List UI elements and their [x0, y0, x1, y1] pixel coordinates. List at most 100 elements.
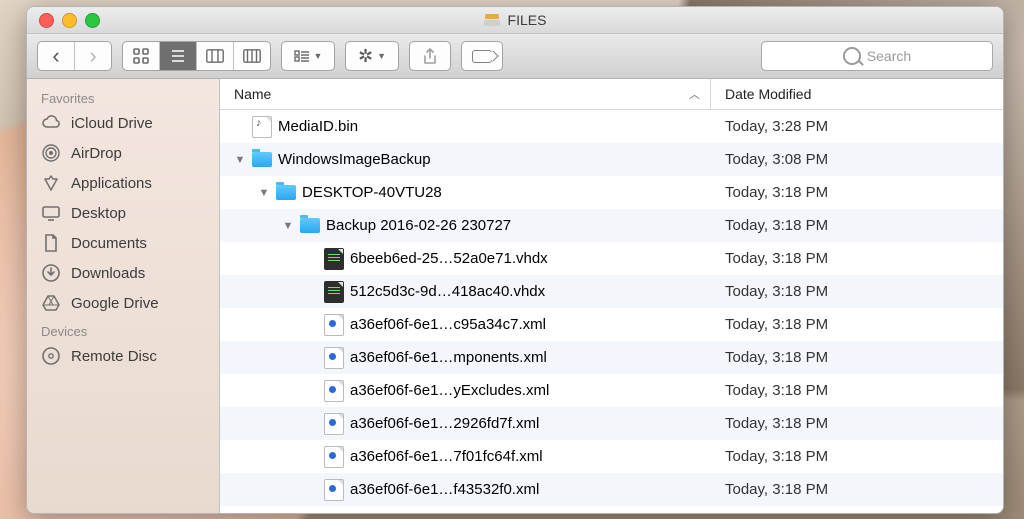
file-date: Today, 3:18 PM	[711, 349, 1003, 366]
file-name: a36ef06f-6e1…2926fd7f.xml	[350, 415, 539, 432]
chevron-down-icon: ▼	[377, 51, 386, 61]
file-date: Today, 3:18 PM	[711, 316, 1003, 333]
zoom-button[interactable]	[85, 13, 100, 28]
sidebar: FavoritesiCloud DriveAirDropApplications…	[27, 79, 220, 514]
downloads-icon	[41, 263, 61, 283]
file-name: a36ef06f-6e1…f43532f0.xml	[350, 481, 539, 498]
xml-icon	[324, 479, 344, 501]
file-name: DESKTOP-40VTU28	[302, 184, 442, 201]
gear-icon: ✲	[358, 46, 373, 67]
folder-icon	[276, 185, 296, 200]
file-name: MediaID.bin	[278, 118, 358, 135]
vhdx-icon	[324, 281, 344, 303]
file-rows: MediaID.bin Today, 3:28 PM ▼WindowsImageBa…	[220, 110, 1003, 514]
bin-icon	[252, 116, 272, 138]
file-row[interactable]: 6beeb6ed-25…52a0e71.vhdxToday, 3:18 PM	[220, 242, 1003, 275]
file-date: Today, 3:18 PM	[711, 283, 1003, 300]
file-row[interactable]: a36ef06f-6e1…yExcludes.xml Today, 3:18 PM	[220, 374, 1003, 407]
file-name: 512c5d3c-9d…418ac40.vhdx	[350, 283, 545, 300]
file-list-pane: Name ︿ Date Modified MediaID.bin Today, 3…	[220, 79, 1003, 514]
sidebar-item-remote-disc[interactable]: Remote Disc	[27, 341, 219, 371]
disclosure-triangle[interactable]: ▼	[258, 187, 270, 199]
forward-button[interactable]: ›	[75, 42, 111, 70]
disclosure-triangle[interactable]: ▼	[282, 220, 294, 232]
file-row[interactable]: ▼ DESKTOP-40VTU28 Today, 3:18 PM	[220, 176, 1003, 209]
xml-icon	[324, 413, 344, 435]
sidebar-item-google-drive[interactable]: Google Drive	[27, 288, 219, 318]
file-name: a36ef06f-6e1…c95a34c7.xml	[350, 316, 546, 333]
sidebar-item-downloads[interactable]: Downloads	[27, 258, 219, 288]
back-button[interactable]: ‹	[38, 42, 75, 70]
file-date: Today, 3:18 PM	[711, 184, 1003, 201]
file-date: Today, 3:18 PM	[711, 382, 1003, 399]
cloud-icon	[41, 113, 61, 133]
view-switcher	[122, 41, 271, 71]
search-placeholder: Search	[867, 48, 911, 64]
arrange-button[interactable]: ▼	[281, 41, 335, 71]
sidebar-item-icloud-drive[interactable]: iCloud Drive	[27, 108, 219, 138]
coverflow-icon	[243, 49, 261, 63]
window-controls	[27, 13, 100, 28]
tags-button[interactable]	[461, 41, 503, 71]
column-name-label: Name	[234, 86, 271, 102]
view-columns-button[interactable]	[197, 42, 234, 70]
chevron-down-icon: ▼	[314, 51, 323, 61]
window-title: FILES	[27, 12, 1003, 28]
file-row[interactable]: ▼Backup 2016-02-26 230727Today, 3:18 PM	[220, 209, 1003, 242]
column-header-name[interactable]: Name ︿	[220, 86, 710, 102]
nav-buttons: ‹ ›	[37, 41, 112, 71]
file-name: a36ef06f-6e1…yExcludes.xml	[350, 382, 549, 399]
sidebar-item-label: Documents	[71, 235, 147, 252]
file-name: a36ef06f-6e1…mponents.xml	[350, 349, 547, 366]
file-row[interactable]: ▼WindowsImageBackupToday, 3:08 PM	[220, 143, 1003, 176]
sidebar-item-label: Desktop	[71, 205, 126, 222]
view-gallery-button[interactable]	[234, 42, 270, 70]
titlebar[interactable]: FILES	[27, 7, 1003, 34]
folder-icon	[300, 218, 320, 233]
file-date: Today, 3:18 PM	[711, 250, 1003, 267]
column-header-date[interactable]: Date Modified	[711, 86, 1003, 102]
sidebar-header: Favorites	[27, 85, 219, 108]
file-name: a36ef06f-6e1…7f01fc64f.xml	[350, 448, 543, 465]
sidebar-item-desktop[interactable]: Desktop	[27, 198, 219, 228]
action-button[interactable]: ✲ ▼	[345, 41, 399, 71]
sort-ascending-icon: ︿	[689, 86, 700, 102]
xml-icon	[324, 380, 344, 402]
share-button[interactable]	[409, 41, 451, 71]
list-icon	[170, 48, 186, 64]
file-row[interactable]: a36ef06f-6e1…mponents.xml Today, 3:18 PM	[220, 341, 1003, 374]
grid-icon	[133, 48, 149, 64]
file-name: Backup 2016-02-26 230727	[326, 217, 511, 234]
view-icons-button[interactable]	[123, 42, 160, 70]
file-row[interactable]: a36ef06f-6e1…2926fd7f.xml Today, 3:18 PM	[220, 407, 1003, 440]
close-button[interactable]	[39, 13, 54, 28]
file-row[interactable]: a36ef06f-6e1…f43532f0.xmlToday, 3:18 PM	[220, 473, 1003, 506]
arrange-icon	[294, 50, 310, 62]
minimize-button[interactable]	[62, 13, 77, 28]
sidebar-header: Devices	[27, 318, 219, 341]
xml-icon	[324, 347, 344, 369]
disclosure-triangle[interactable]: ▼	[234, 154, 246, 166]
file-row[interactable]: a36ef06f-6e1…c95a34c7.xml Today, 3:18 PM	[220, 308, 1003, 341]
tag-icon	[472, 50, 492, 63]
sidebar-item-label: Remote Disc	[71, 348, 157, 365]
xml-icon	[324, 314, 344, 336]
file-date: Today, 3:08 PM	[711, 151, 1003, 168]
search-field[interactable]: Search	[761, 41, 993, 71]
folder-icon	[252, 152, 272, 167]
desktop-icon	[41, 203, 61, 223]
view-list-button[interactable]	[160, 42, 197, 70]
file-date: Today, 3:18 PM	[711, 415, 1003, 432]
apps-icon	[41, 173, 61, 193]
file-date: Today, 3:28 PM	[711, 118, 1003, 135]
gdrive-icon	[41, 293, 61, 313]
volume-icon	[484, 14, 500, 26]
sidebar-item-applications[interactable]: Applications	[27, 168, 219, 198]
file-row[interactable]: 512c5d3c-9d…418ac40.vhdx Today, 3:18 PM	[220, 275, 1003, 308]
sidebar-item-airdrop[interactable]: AirDrop	[27, 138, 219, 168]
file-row[interactable]: a36ef06f-6e1…7f01fc64f.xmlToday, 3:18 PM	[220, 440, 1003, 473]
sidebar-item-documents[interactable]: Documents	[27, 228, 219, 258]
disc-icon	[41, 346, 61, 366]
file-row[interactable]: MediaID.bin Today, 3:28 PM	[220, 110, 1003, 143]
column-headers: Name ︿ Date Modified	[220, 79, 1003, 110]
